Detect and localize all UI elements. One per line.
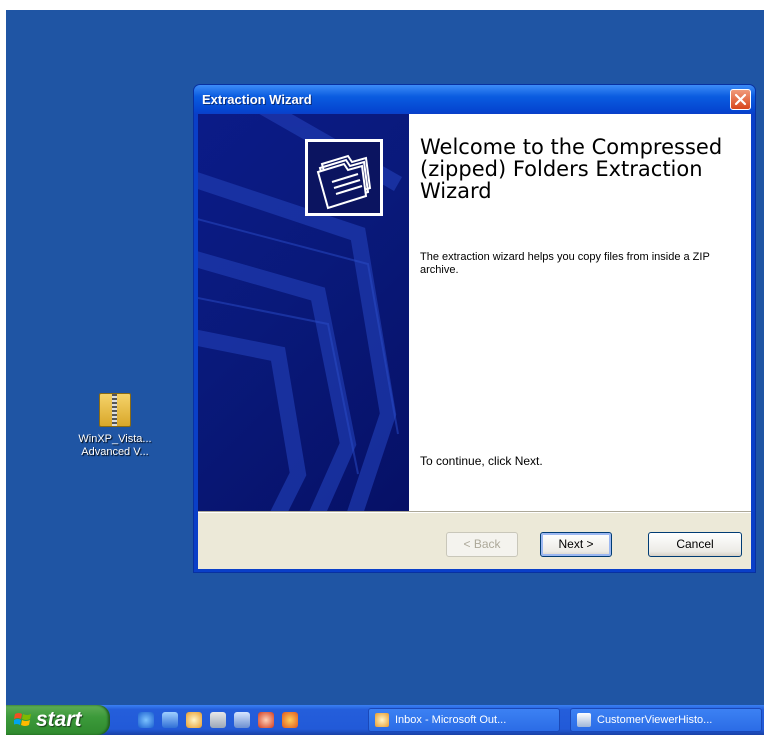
taskbar-item-customerviewer[interactable]: CustomerViewerHisto... — [570, 708, 762, 732]
ie-icon[interactable] — [138, 712, 154, 728]
zipped-folders-icon — [305, 139, 383, 216]
next-button[interactable]: Next > — [540, 532, 612, 557]
wizard-content: Welcome to the Compressed (zipped) Folde… — [409, 114, 751, 511]
app-icon[interactable] — [162, 712, 178, 728]
start-label: start — [36, 708, 82, 731]
wizard-client-area: Welcome to the Compressed (zipped) Folde… — [198, 114, 751, 569]
continue-instruction: To continue, click Next. — [420, 454, 543, 468]
title-bar[interactable]: Extraction Wizard — [194, 85, 755, 114]
media-icon[interactable] — [258, 712, 274, 728]
document-icon[interactable] — [234, 712, 250, 728]
outlook-icon — [375, 713, 389, 728]
network-icon[interactable] — [210, 712, 226, 728]
firefox-icon[interactable] — [282, 712, 298, 728]
taskbar: start Inbox - Microsoft Out... CustomerV… — [6, 705, 764, 735]
taskbar-item-outlook[interactable]: Inbox - Microsoft Out... — [368, 708, 560, 732]
back-button[interactable]: < Back — [446, 532, 518, 557]
close-button[interactable] — [730, 89, 751, 110]
start-button[interactable]: start — [6, 705, 110, 735]
wizard-side-banner — [198, 114, 409, 511]
wizard-description: The extraction wizard helps you copy fil… — [420, 251, 710, 276]
desktop-icon-label-line1: WinXP_Vista... — [78, 433, 152, 445]
cancel-button[interactable]: Cancel — [648, 532, 742, 557]
desktop-icon-label-line2: Advanced V... — [81, 446, 149, 458]
windows-logo-icon — [14, 713, 31, 726]
clock-icon[interactable] — [186, 712, 202, 728]
task-label: CustomerViewerHisto... — [597, 714, 713, 726]
task-label: Inbox - Microsoft Out... — [395, 714, 507, 726]
extraction-wizard-window: Extraction Wizard Welcome to the Compres… — [193, 84, 756, 573]
window-icon — [577, 713, 591, 728]
window-title: Extraction Wizard — [202, 92, 312, 107]
button-separator — [198, 511, 751, 513]
desktop-zip-file[interactable]: WinXP_Vista... Advanced V... — [50, 393, 180, 459]
zip-folder-icon — [99, 393, 131, 427]
close-icon — [734, 93, 747, 106]
screen-border — [0, 0, 764, 10]
wizard-heading: Welcome to the Compressed (zipped) Folde… — [420, 135, 723, 203]
